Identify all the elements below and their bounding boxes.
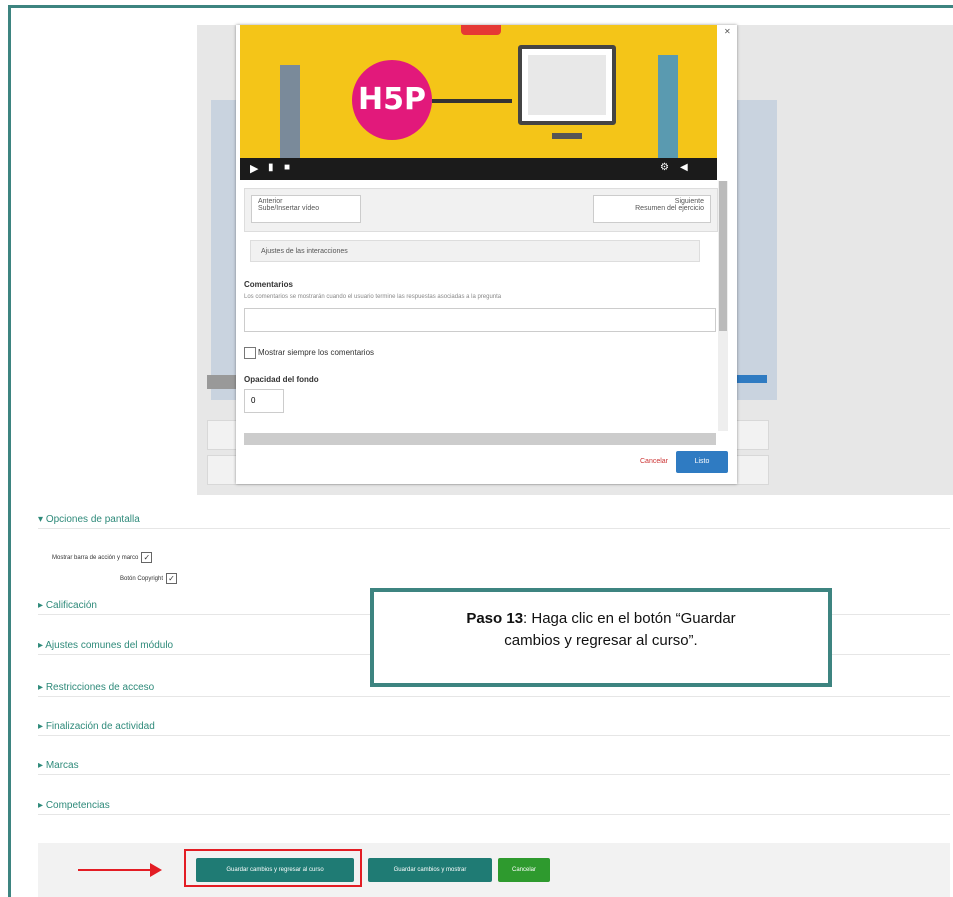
step-text: : Haga clic en el botón “Guardar: [523, 610, 736, 627]
bookmark-icon[interactable]: ▮: [268, 162, 274, 173]
toolbar-checkbox[interactable]: ✓: [141, 552, 153, 563]
settings-icon[interactable]: ⚙: [660, 162, 669, 173]
video-controls[interactable]: ▶ ▮ ■ ⚙ ◀: [240, 158, 717, 180]
section-display-options[interactable]: ▾ Opciones de pantalla: [38, 514, 950, 529]
person-figure: [658, 55, 678, 165]
always-show-label: Mostrar siempre los comentarios: [258, 348, 375, 357]
close-icon[interactable]: ✕: [724, 27, 731, 36]
form-footer: [38, 843, 950, 897]
stop-icon[interactable]: ■: [284, 162, 290, 173]
person-figure: [280, 65, 300, 165]
prev-button[interactable]: Anterior Sube/Insertar vídeo: [251, 195, 361, 223]
h5p-logo: H5P: [352, 60, 432, 140]
horizontal-scrollbar[interactable]: [244, 433, 716, 445]
step-text-2: cambios y regresar al curso”.: [504, 631, 698, 649]
modal-scrollbar[interactable]: [718, 181, 728, 431]
modal-save-button[interactable]: Listo: [676, 451, 728, 473]
section-completion[interactable]: ▸ Finalización de actividad: [38, 721, 950, 736]
section-competencies[interactable]: ▸ Competencias: [38, 800, 950, 815]
video-preview[interactable]: H5P ▶ ▮ ■ ⚙ ◀: [240, 25, 717, 180]
copyright-checkbox[interactable]: ✓: [166, 573, 178, 584]
youtube-play-icon: [461, 25, 501, 35]
modal-cancel-button[interactable]: Cancelar: [640, 458, 668, 465]
opacity-input[interactable]: 0: [244, 389, 284, 413]
always-show-checkbox[interactable]: [244, 347, 256, 359]
comments-help: Los comentarios se mostrarán cuando el u…: [244, 294, 502, 300]
opacity-label: Opacidad del fondo: [244, 375, 319, 384]
instruction-callout: Paso 13: Haga clic en el botón “Guardar …: [370, 588, 832, 687]
cancel-button[interactable]: Cancelar: [498, 858, 550, 882]
play-icon[interactable]: ▶: [250, 162, 258, 175]
monitor-graphic: [518, 45, 616, 139]
arrow-head-icon: [150, 863, 162, 877]
slide-navigation: Anterior Sube/Insertar vídeo Siguiente R…: [244, 188, 718, 232]
save-show-button[interactable]: Guardar cambios y mostrar: [368, 858, 492, 882]
copyright-option: Botón Copyright ✓: [120, 573, 178, 584]
volume-icon[interactable]: ◀: [680, 162, 688, 173]
comments-label: Comentarios: [244, 280, 293, 289]
step-number: Paso 13: [466, 610, 524, 627]
arrow-icon: [78, 869, 154, 871]
highlight-box: [184, 849, 362, 887]
cable-graphic: [432, 99, 512, 103]
next-button[interactable]: Siguiente Resumen del ejercicio: [593, 195, 711, 223]
comments-input[interactable]: [244, 308, 716, 332]
interaction-modal: H5P ▶ ▮ ■ ⚙ ◀ ✕ Anterior Sube/Insertar v…: [236, 25, 737, 484]
section-tags[interactable]: ▸ Marcas: [38, 760, 950, 775]
interactions-accordion[interactable]: Ajustes de las interacciones: [250, 240, 700, 262]
toolbar-option: Mostrar barra de acción y marco ✓: [52, 552, 153, 563]
